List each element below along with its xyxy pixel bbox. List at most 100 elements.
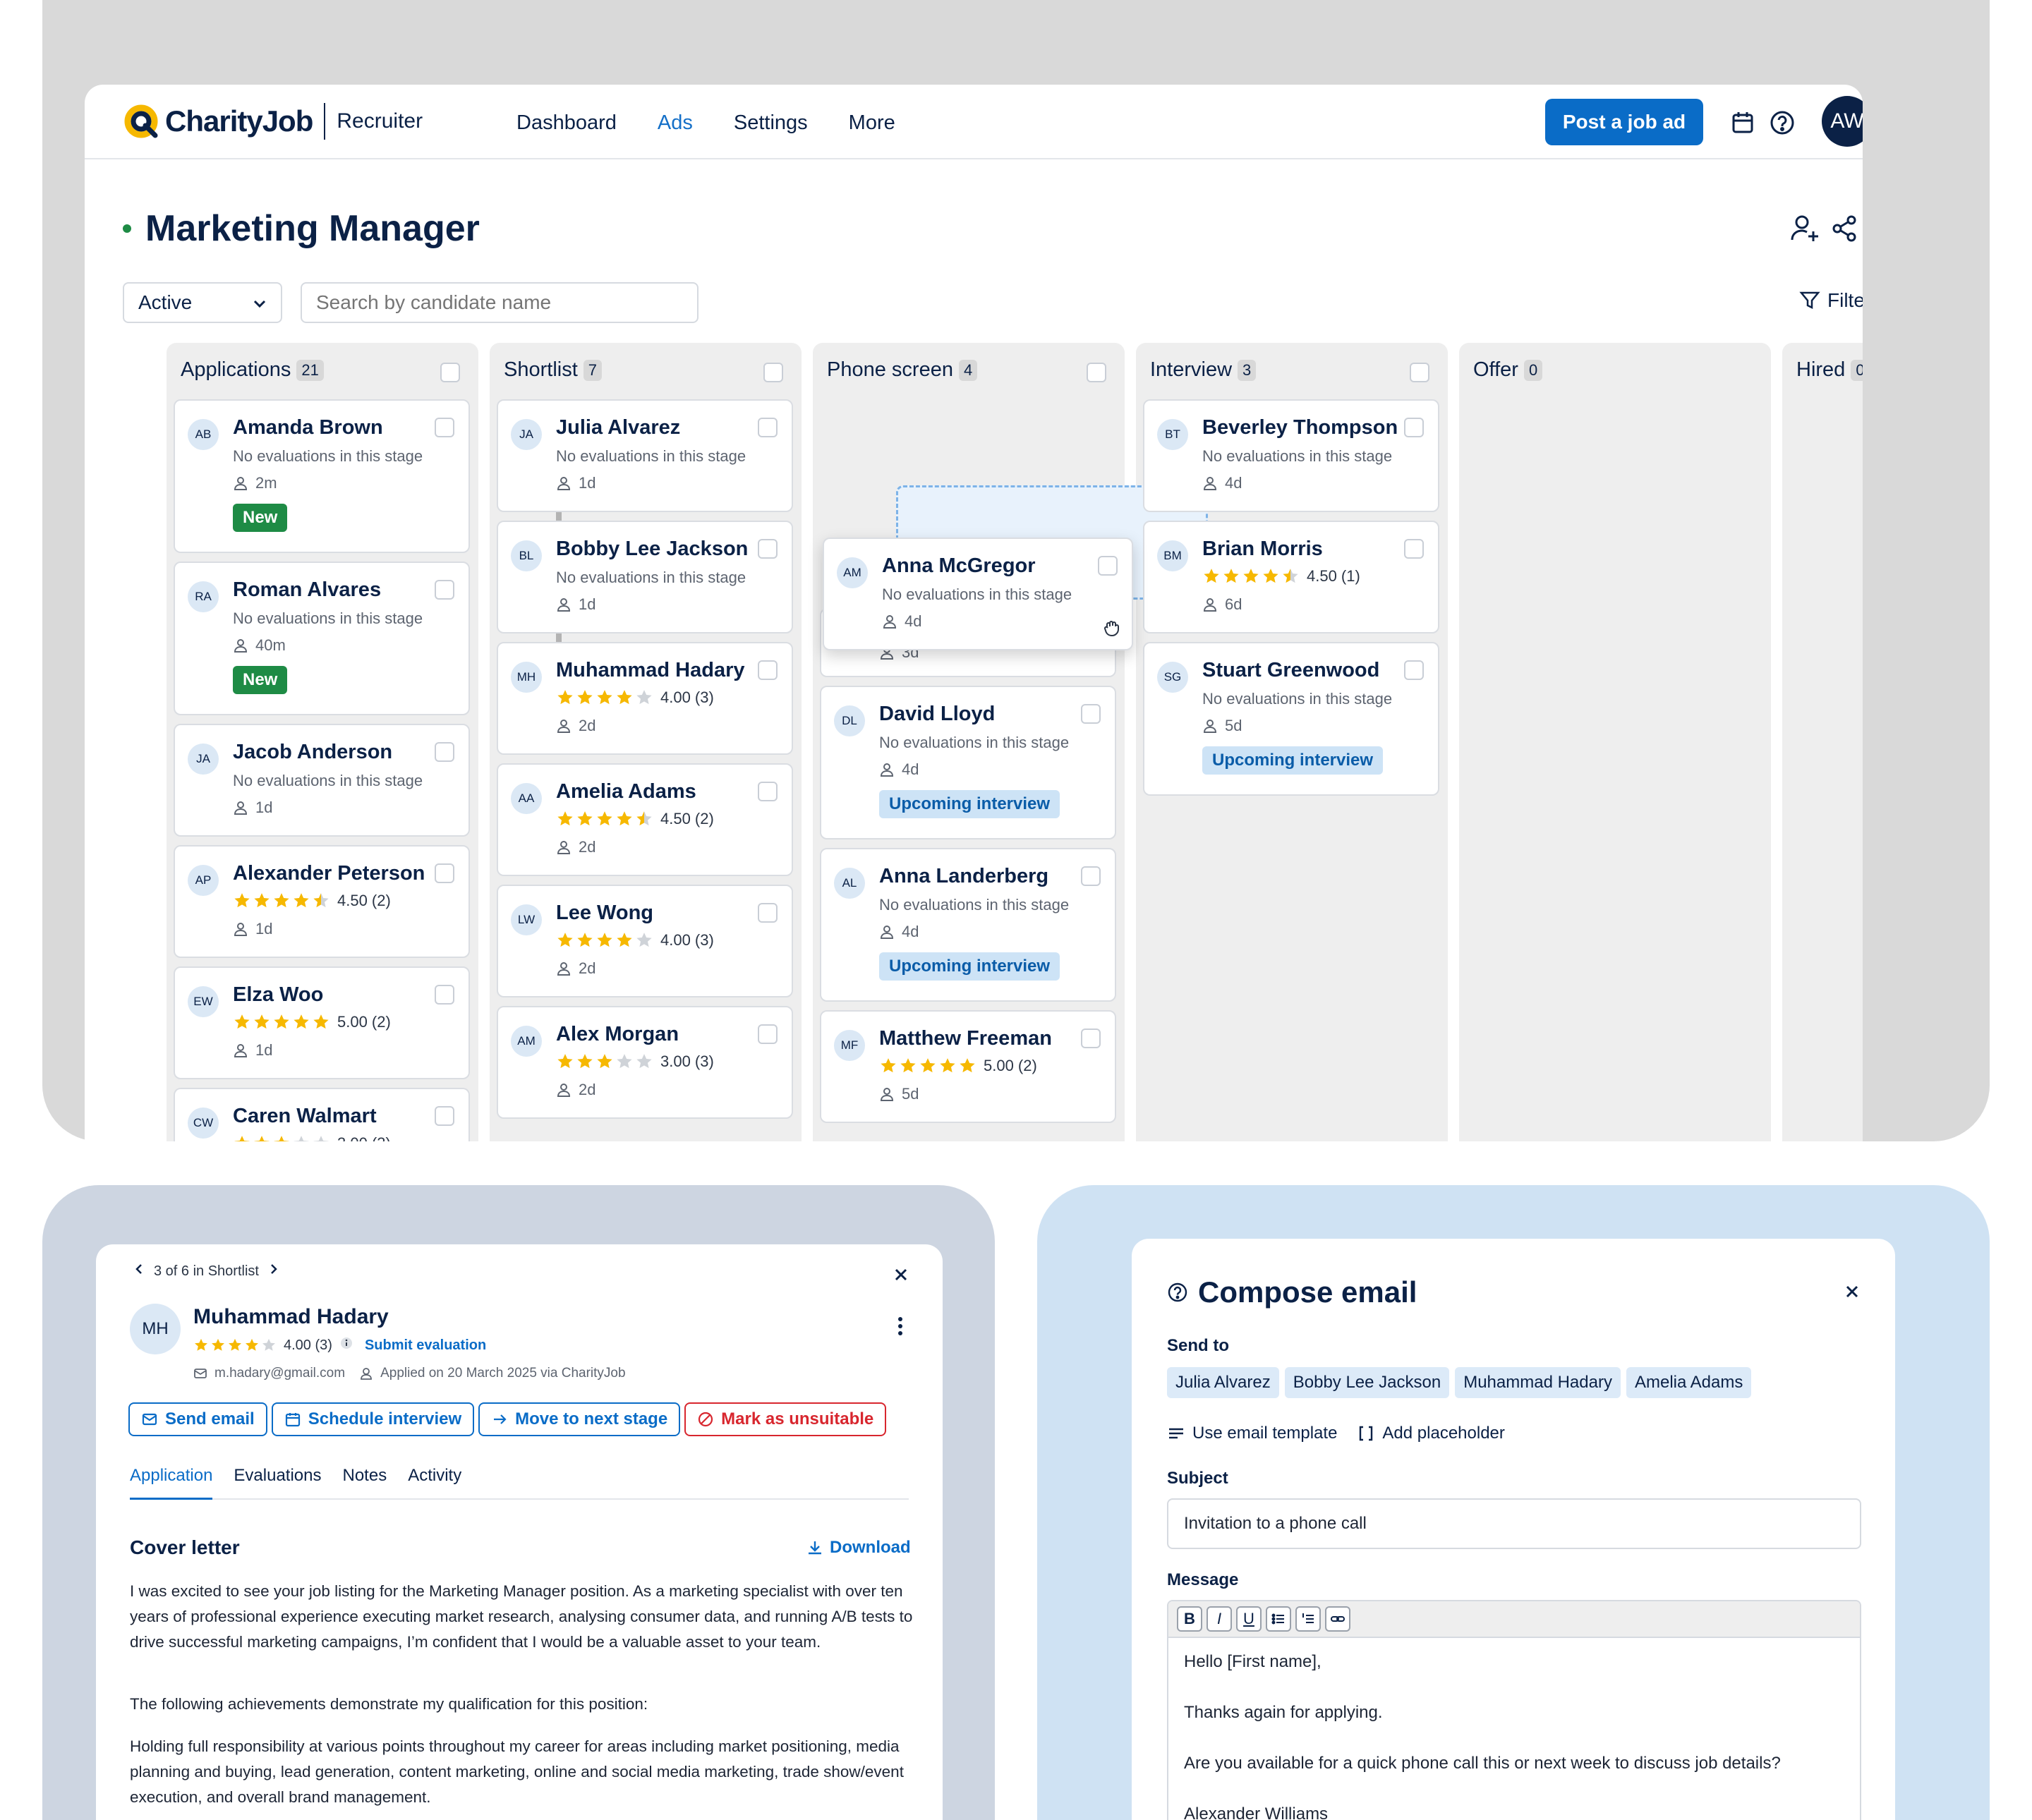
help-icon[interactable] [1768, 109, 1796, 137]
candidate-name[interactable]: Anna McGregor [882, 554, 1036, 578]
recipient-chip[interactable]: Julia Alvarez [1167, 1367, 1279, 1398]
candidate-name[interactable]: Roman Alvares [233, 578, 381, 602]
bold-button[interactable]: B [1177, 1606, 1202, 1632]
share-icon[interactable] [1827, 212, 1861, 245]
card-checkbox[interactable] [758, 782, 778, 801]
card-checkbox[interactable] [1404, 660, 1424, 680]
candidate-name[interactable]: Matthew Freeman [879, 1027, 1052, 1050]
card-checkbox[interactable] [1098, 556, 1118, 576]
card-checkbox[interactable] [435, 418, 454, 437]
schedule-interview-button[interactable]: Schedule interview [271, 1402, 475, 1436]
add-user-icon[interactable] [1788, 212, 1822, 245]
candidate-card[interactable]: SG Stuart Greenwood No evaluations in this… [1143, 642, 1439, 796]
numbered-list-icon[interactable] [1295, 1606, 1321, 1632]
chevron-right-icon[interactable] [267, 1263, 280, 1280]
recipient-chip[interactable]: Bobby Lee Jackson [1284, 1367, 1450, 1398]
candidate-name[interactable]: Caren Walmart [233, 1105, 377, 1128]
close-icon[interactable] [890, 1264, 912, 1285]
filters-button[interactable]: Filters [1799, 289, 1863, 312]
candidate-card[interactable]: LW Lee Wong 4.00 (3) 2d [497, 885, 793, 997]
card-checkbox[interactable] [1404, 418, 1424, 437]
calendar-icon[interactable] [1729, 109, 1757, 137]
candidate-name[interactable]: Elza Woo [233, 983, 323, 1007]
candidate-name[interactable]: Amelia Adams [556, 780, 696, 803]
candidate-card[interactable]: BL Bobby Lee Jackson No evaluations in thi… [497, 521, 793, 633]
mark-unsuitable-button[interactable]: Mark as unsuitable [684, 1402, 887, 1436]
nav-settings[interactable]: Settings [734, 109, 808, 137]
candidate-card[interactable]: AA Amelia Adams 4.50 (2) 2d [497, 763, 793, 876]
move-next-stage-button[interactable]: Move to next stage [478, 1402, 681, 1436]
candidate-name[interactable]: Stuart Greenwood [1202, 659, 1379, 682]
info-icon[interactable] [339, 1336, 353, 1354]
candidate-name[interactable]: David Lloyd [879, 703, 995, 726]
use-template-button[interactable]: Use email template [1167, 1424, 1337, 1443]
italic-button[interactable]: I [1206, 1606, 1232, 1632]
card-checkbox[interactable] [1081, 1029, 1101, 1048]
subject-input[interactable]: Invitation to a phone call [1167, 1498, 1861, 1549]
candidate-name[interactable]: Lee Wong [556, 902, 653, 925]
candidate-card[interactable]: AB Amanda Brown No evaluations in this sta… [174, 399, 470, 553]
candidate-card[interactable]: AL Anna Landerberg No evaluations in this … [820, 848, 1116, 1002]
card-checkbox[interactable] [435, 580, 454, 600]
candidate-card[interactable]: MF Matthew Freeman 5.00 (2) 5d [820, 1010, 1116, 1123]
candidate-card[interactable]: BM Brian Morris 4.50 (1) 6d [1143, 521, 1439, 633]
download-button[interactable]: Download [806, 1538, 911, 1558]
candidate-name[interactable]: Julia Alvarez [556, 416, 680, 439]
candidate-name[interactable]: Muhammad Hadary [556, 659, 745, 682]
card-checkbox[interactable] [758, 1024, 778, 1044]
column-select-checkbox[interactable] [763, 363, 783, 382]
logo[interactable]: CharityJob Recruiter [123, 102, 423, 141]
nav-more[interactable]: More [849, 109, 895, 137]
candidate-card[interactable]: EW Elza Woo 5.00 (2) 1d [174, 966, 470, 1079]
send-email-button[interactable]: Send email [128, 1402, 267, 1436]
tab-activity[interactable]: Activity [408, 1463, 461, 1500]
candidate-name[interactable]: Beverley Thompson [1202, 416, 1398, 439]
add-placeholder-button[interactable]: Add placeholder [1357, 1424, 1505, 1443]
tab-notes[interactable]: Notes [343, 1463, 387, 1500]
column-select-checkbox[interactable] [1410, 363, 1429, 382]
column-select-checkbox[interactable] [1087, 363, 1106, 382]
card-checkbox[interactable] [435, 1106, 454, 1126]
candidate-card[interactable]: AP Alexander Peterson 4.50 (2) 1d [174, 845, 470, 958]
user-avatar[interactable]: AW [1822, 96, 1863, 147]
candidate-search-input[interactable] [301, 282, 698, 323]
underline-button[interactable]: U [1236, 1606, 1262, 1632]
tab-application[interactable]: Application [130, 1463, 213, 1500]
recipient-chip[interactable]: Muhammad Hadary [1455, 1367, 1621, 1398]
candidate-card[interactable]: BT Beverley Thompson No evaluations in thi… [1143, 399, 1439, 512]
card-checkbox[interactable] [435, 985, 454, 1005]
nav-ads[interactable]: Ads [658, 109, 693, 137]
candidate-name[interactable]: Anna Landerberg [879, 865, 1048, 888]
recipient-chip[interactable]: Amelia Adams [1626, 1367, 1752, 1398]
submit-evaluation-link[interactable]: Submit evaluation [365, 1337, 486, 1354]
link-icon[interactable] [1325, 1606, 1350, 1632]
nav-dashboard[interactable]: Dashboard [516, 109, 617, 137]
candidate-name[interactable]: Alex Morgan [556, 1023, 679, 1046]
tab-evaluations[interactable]: Evaluations [234, 1463, 321, 1500]
candidate-email[interactable]: m.hadary@gmail.com [214, 1366, 345, 1381]
dragging-card[interactable]: AM Anna McGregor No evaluations in this … [823, 538, 1133, 650]
status-select[interactable]: Active [123, 282, 282, 323]
card-checkbox[interactable] [1404, 539, 1424, 559]
card-checkbox[interactable] [758, 903, 778, 923]
candidate-card[interactable]: RA Roman Alvares No evaluations in this st… [174, 562, 470, 715]
close-icon[interactable] [1842, 1281, 1863, 1302]
candidate-card[interactable]: AM Alex Morgan 3.00 (3) 2d [497, 1006, 793, 1119]
message-editor[interactable]: B I U Hello [First name], Thanks again f… [1167, 1600, 1861, 1820]
help-icon[interactable] [1167, 1282, 1188, 1303]
candidate-card[interactable]: MH Muhammad Hadary 4.00 (3) 2d [497, 642, 793, 755]
candidate-name[interactable]: Jacob Anderson [233, 741, 392, 764]
card-checkbox[interactable] [1081, 866, 1101, 886]
candidate-name[interactable]: Bobby Lee Jackson [556, 538, 748, 561]
column-select-checkbox[interactable] [440, 363, 460, 382]
card-checkbox[interactable] [758, 418, 778, 437]
post-job-ad-button[interactable]: Post a job ad [1545, 99, 1703, 145]
candidate-name[interactable]: Amanda Brown [233, 416, 383, 439]
chevron-left-icon[interactable] [133, 1263, 145, 1280]
card-checkbox[interactable] [435, 742, 454, 762]
candidate-name[interactable]: Alexander Peterson [233, 862, 425, 885]
more-options-icon[interactable] [893, 1315, 907, 1341]
bullet-list-icon[interactable] [1266, 1606, 1291, 1632]
card-checkbox[interactable] [758, 539, 778, 559]
card-checkbox[interactable] [435, 863, 454, 883]
